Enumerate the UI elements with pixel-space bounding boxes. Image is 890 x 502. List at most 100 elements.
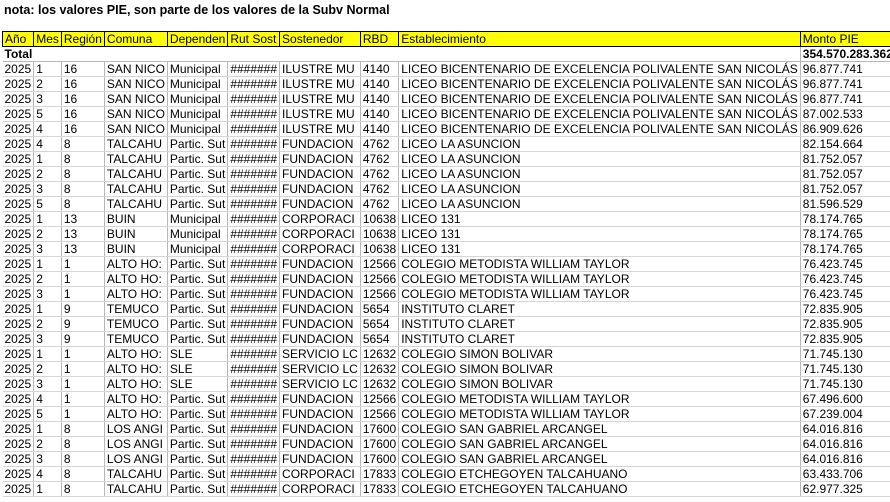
col-establecimiento-cell[interactable]: LICEO BICENTENARIO DE EXCELENCIA POLIVAL… bbox=[398, 91, 801, 107]
col-dependencia-cell[interactable]: Municipal bbox=[167, 121, 229, 137]
col-ano-cell[interactable]: 2025 bbox=[2, 421, 35, 437]
col-sostenedor-cell[interactable]: FUNDACION bbox=[279, 151, 361, 167]
col-monto-pie-cell[interactable]: 81.752.057 bbox=[800, 181, 890, 197]
col-comuna-cell[interactable]: LOS ANGI bbox=[104, 421, 168, 437]
col-region-cell[interactable]: 8 bbox=[61, 466, 105, 482]
col-region-cell[interactable]: 1 bbox=[61, 361, 105, 377]
col-mes-cell[interactable]: 3 bbox=[33, 286, 62, 302]
col-sostenedor-cell[interactable]: ILUSTRE MU bbox=[279, 106, 361, 122]
col-sostenedor-cell[interactable]: CORPORACI bbox=[279, 466, 361, 482]
col-ano-cell[interactable]: 2025 bbox=[2, 241, 35, 257]
col-region-cell[interactable]: 8 bbox=[61, 421, 105, 437]
col-establecimiento-cell[interactable]: LICEO 131 bbox=[398, 211, 801, 227]
col-rut-sost-cell[interactable]: ####### bbox=[227, 286, 281, 302]
col-comuna-cell[interactable]: TALCAHU bbox=[104, 181, 168, 197]
col-monto-pie-cell[interactable]: 64.016.816 bbox=[800, 421, 890, 437]
col-establecimiento-cell[interactable]: INSTITUTO CLARET bbox=[398, 301, 801, 317]
table-row[interactable]: 2025 3 1 ALTO HO: Partic. Sut ####### FUNDACIO… bbox=[2, 286, 890, 302]
col-mes-cell[interactable]: 5 bbox=[33, 196, 62, 212]
col-region-cell[interactable]: 1 bbox=[61, 271, 105, 287]
col-rbd-cell[interactable]: 4762 bbox=[360, 151, 400, 167]
col-rbd-cell[interactable]: 17600 bbox=[360, 451, 400, 467]
col-mes-cell[interactable]: 3 bbox=[33, 241, 62, 257]
col-rut-sost-cell[interactable]: ####### bbox=[227, 226, 281, 242]
col-monto-pie-cell[interactable]: 67.239.004 bbox=[800, 406, 890, 422]
col-comuna-cell[interactable]: ALTO HO: bbox=[104, 286, 168, 302]
col-region-cell[interactable]: 13 bbox=[61, 211, 105, 227]
col-monto-pie-cell[interactable]: 86.909.626 bbox=[800, 121, 890, 137]
col-monto-pie-cell[interactable]: 96.877.741 bbox=[800, 76, 890, 92]
col-ano-cell[interactable]: 2025 bbox=[2, 91, 35, 107]
col-mes-cell[interactable]: 2 bbox=[33, 316, 62, 332]
col-establecimiento-cell[interactable]: COLEGIO ETCHEGOYEN TALCAHUANO bbox=[398, 466, 801, 482]
col-dependencia-cell[interactable]: Partic. Sut bbox=[167, 196, 229, 212]
col-monto-pie-cell[interactable]: 76.423.745 bbox=[800, 286, 890, 302]
col-dependencia-cell[interactable]: Partic. Sut bbox=[167, 256, 229, 272]
col-ano-cell[interactable]: 2025 bbox=[2, 466, 35, 482]
col-mes-cell[interactable]: 5 bbox=[33, 106, 62, 122]
col-region-cell[interactable]: 1 bbox=[61, 391, 105, 407]
col-dependencia-cell[interactable]: SLE bbox=[167, 376, 229, 392]
col-rbd-cell[interactable]: 4140 bbox=[360, 121, 400, 137]
col-region-cell[interactable]: 8 bbox=[61, 481, 105, 497]
col-sostenedor-cell[interactable]: FUNDACION bbox=[279, 301, 361, 317]
col-mes-cell[interactable]: 2 bbox=[33, 226, 62, 242]
table-row[interactable]: 2025 1 8 TALCAHU Partic. Sut ####### FUNDACION… bbox=[2, 151, 890, 167]
col-mes-cell[interactable]: 1 bbox=[33, 256, 62, 272]
col-mes-cell[interactable]: 2 bbox=[33, 361, 62, 377]
col-sostenedor-cell[interactable]: ILUSTRE MU bbox=[279, 91, 361, 107]
col-region-cell[interactable]: 1 bbox=[61, 376, 105, 392]
col-region-cell[interactable]: 8 bbox=[61, 451, 105, 467]
table-row[interactable]: 2025 2 1 ALTO HO: Partic. Sut ####### FUNDACIO… bbox=[2, 271, 890, 287]
col-sostenedor-cell[interactable]: FUNDACION bbox=[279, 136, 361, 152]
col-sostenedor-cell[interactable]: CORPORACI bbox=[279, 481, 361, 497]
col-rbd-cell[interactable]: 4762 bbox=[360, 166, 400, 182]
col-establecimiento-cell[interactable]: LICEO 131 bbox=[398, 226, 801, 242]
col-dependencia-cell[interactable]: Partic. Sut bbox=[167, 466, 229, 482]
col-region-cell[interactable]: 9 bbox=[61, 316, 105, 332]
col-dependencia-cell[interactable]: Partic. Sut bbox=[167, 451, 229, 467]
col-rut-sost-cell[interactable]: ####### bbox=[227, 256, 281, 272]
col-ano-cell[interactable]: 2025 bbox=[2, 436, 35, 452]
col-rbd-cell[interactable]: 4762 bbox=[360, 196, 400, 212]
col-rut-sost-cell[interactable]: ####### bbox=[227, 421, 281, 437]
col-ano-cell[interactable]: 2025 bbox=[2, 211, 35, 227]
col-comuna-cell[interactable]: TALCAHU bbox=[104, 481, 168, 497]
col-ano-cell[interactable]: 2025 bbox=[2, 286, 35, 302]
total-row[interactable]: Total 354.570.283.362 bbox=[2, 46, 890, 62]
col-region-cell[interactable]: 1 bbox=[61, 286, 105, 302]
col-rut-sost-cell[interactable]: ####### bbox=[227, 451, 281, 467]
col-ano-cell[interactable]: 2025 bbox=[2, 271, 35, 287]
col-dependencia-cell[interactable]: Municipal bbox=[167, 106, 229, 122]
col-ano-cell[interactable]: 2025 bbox=[2, 181, 35, 197]
col-region-cell[interactable]: 13 bbox=[61, 226, 105, 242]
col-comuna-cell[interactable]: TALCAHU bbox=[104, 196, 168, 212]
col-establecimiento-cell[interactable]: COLEGIO METODISTA WILLIAM TAYLOR bbox=[398, 256, 801, 272]
col-rut-sost-header[interactable]: Rut Sost bbox=[227, 31, 281, 47]
col-sostenedor-cell[interactable]: FUNDACION bbox=[279, 271, 361, 287]
col-ano-cell[interactable]: 2025 bbox=[2, 451, 35, 467]
col-comuna-cell[interactable]: BUIN bbox=[104, 226, 168, 242]
col-rut-sost-cell[interactable]: ####### bbox=[227, 391, 281, 407]
col-monto-pie-cell[interactable]: 81.752.057 bbox=[800, 151, 890, 167]
col-dependencia-cell[interactable]: Partic. Sut bbox=[167, 436, 229, 452]
col-sostenedor-cell[interactable]: SERVICIO LC bbox=[279, 376, 361, 392]
col-ano-cell[interactable]: 2025 bbox=[2, 391, 35, 407]
col-mes-cell[interactable]: 1 bbox=[33, 151, 62, 167]
col-establecimiento-cell[interactable]: COLEGIO METODISTA WILLIAM TAYLOR bbox=[398, 391, 801, 407]
col-mes-cell[interactable]: 2 bbox=[33, 76, 62, 92]
col-mes-cell[interactable]: 1 bbox=[33, 346, 62, 362]
col-region-cell[interactable]: 16 bbox=[61, 121, 105, 137]
col-region-cell[interactable]: 8 bbox=[61, 196, 105, 212]
col-sostenedor-cell[interactable]: CORPORACI bbox=[279, 211, 361, 227]
col-establecimiento-cell[interactable]: COLEGIO METODISTA WILLIAM TAYLOR bbox=[398, 271, 801, 287]
col-sostenedor-cell[interactable]: FUNDACION bbox=[279, 391, 361, 407]
col-monto-pie-cell[interactable]: 82.154.664 bbox=[800, 136, 890, 152]
col-rut-sost-cell[interactable]: ####### bbox=[227, 406, 281, 422]
col-ano-cell[interactable]: 2025 bbox=[2, 406, 35, 422]
col-rut-sost-cell[interactable]: ####### bbox=[227, 76, 281, 92]
table-row[interactable]: 2025 3 16 SAN NICO Municipal ####### ILUSTRE M… bbox=[2, 91, 890, 107]
col-dependencia-cell[interactable]: Municipal bbox=[167, 91, 229, 107]
col-dependencia-cell[interactable]: Partic. Sut bbox=[167, 316, 229, 332]
col-mes-cell[interactable]: 5 bbox=[33, 406, 62, 422]
